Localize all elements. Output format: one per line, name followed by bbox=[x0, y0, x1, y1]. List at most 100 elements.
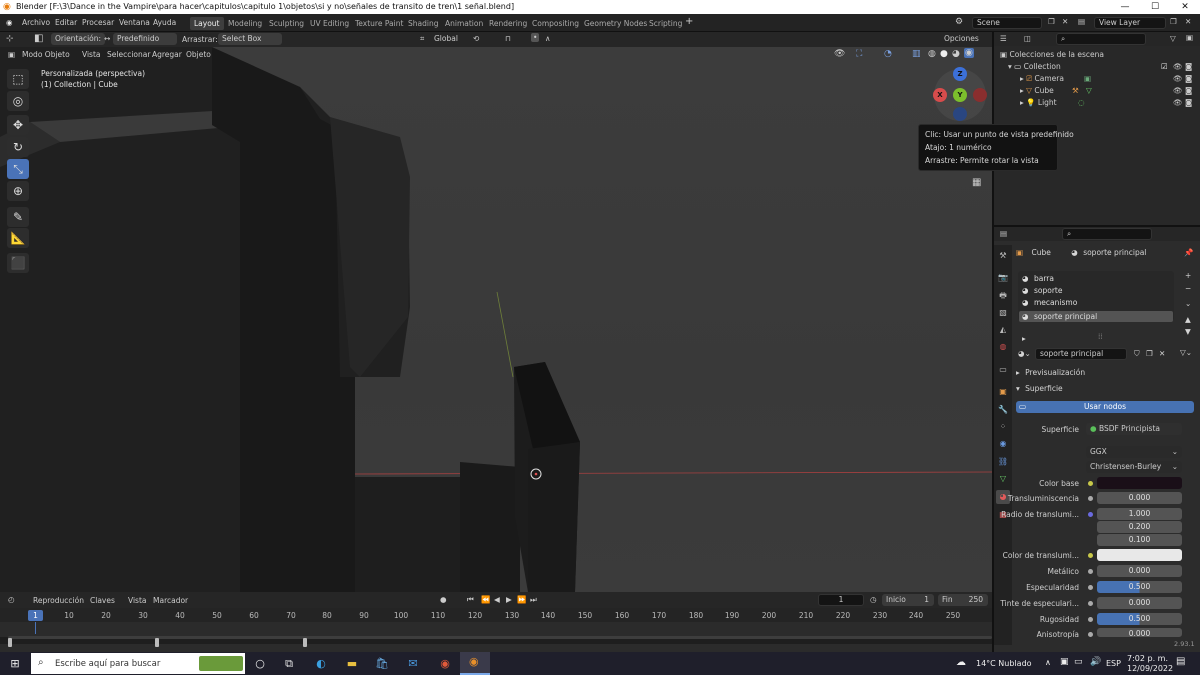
socket-dot[interactable] bbox=[1088, 601, 1093, 606]
perspective-grid-icon[interactable]: ▦ bbox=[972, 177, 981, 188]
options-dropdown[interactable]: Opciones bbox=[940, 33, 984, 45]
add-cube-tool[interactable]: ⬛ bbox=[7, 253, 29, 273]
camera-render-icon[interactable]: ◙ bbox=[1185, 73, 1192, 85]
socket-dot[interactable] bbox=[1088, 496, 1093, 501]
pivot-point-icon[interactable]: ⟲ bbox=[473, 34, 479, 43]
unlink-material-icon[interactable]: ✕ bbox=[1159, 349, 1165, 358]
task-view-icon[interactable]: ⧉ bbox=[280, 655, 298, 673]
jump-keyframe-back-icon[interactable]: ⏪ bbox=[481, 595, 490, 604]
cortana-icon[interactable]: ○ bbox=[251, 655, 269, 673]
visibility-icon[interactable]: 👁 bbox=[834, 49, 845, 59]
jump-start-icon[interactable]: ⏮ bbox=[467, 595, 474, 605]
marker-menu[interactable]: Marcador bbox=[153, 596, 188, 605]
clock-date[interactable]: 12/09/2022 bbox=[1127, 664, 1173, 673]
weather-text[interactable]: 14°C Nublado bbox=[976, 659, 1032, 668]
windows-start-icon[interactable]: ⊞ bbox=[6, 655, 24, 673]
distribution-dropdown[interactable]: GGX ⌄ bbox=[1086, 446, 1182, 458]
view-layer-tab-icon[interactable]: ▧ bbox=[996, 306, 1010, 320]
snap-icon[interactable]: ⊓ bbox=[505, 34, 511, 43]
xray-icon[interactable]: ▥ bbox=[912, 49, 921, 59]
expand-arrow-icon[interactable]: ▾ bbox=[1008, 62, 1012, 71]
view-layer-field[interactable]: View Layer bbox=[1094, 17, 1166, 29]
transform-orientation-icon[interactable]: ⌗ bbox=[420, 34, 424, 44]
current-frame-field[interactable]: 1 bbox=[818, 594, 864, 606]
playhead-frame[interactable]: 1 bbox=[28, 610, 43, 621]
output-tab-icon[interactable]: 🖶 bbox=[996, 289, 1010, 303]
end-frame-field[interactable]: Fin 250 bbox=[938, 594, 988, 606]
subsurface-radius-z[interactable]: 0.100 bbox=[1097, 534, 1182, 546]
anisotropic-value[interactable]: 0.000 bbox=[1097, 628, 1182, 638]
properties-search[interactable]: ⌕ bbox=[1062, 228, 1152, 240]
3d-viewport[interactable]: Personalizada (perspectiva) (1) Collecti… bbox=[0, 47, 992, 592]
particles-tab-icon[interactable]: ⁘ bbox=[996, 420, 1010, 434]
collection-checkbox[interactable]: ☑ bbox=[1161, 61, 1168, 73]
expand-arrow-icon[interactable]: ▸ bbox=[1020, 98, 1024, 107]
tab-compositing[interactable]: Compositing bbox=[528, 17, 583, 30]
scale-tool[interactable]: ⤡ bbox=[7, 159, 29, 179]
clock-time[interactable]: 7:02 p. m. bbox=[1127, 654, 1168, 663]
metallic-value[interactable]: 0.000 bbox=[1097, 565, 1182, 577]
collection-render-icon[interactable]: ◙ bbox=[1185, 61, 1192, 73]
edge-icon[interactable]: ◐ bbox=[312, 655, 330, 673]
gizmo-neg-z[interactable] bbox=[953, 107, 967, 121]
transform-tool[interactable]: ⊕ bbox=[7, 181, 29, 201]
scene-field[interactable]: Scene bbox=[972, 17, 1042, 29]
fake-user-icon[interactable]: ⛉ bbox=[1134, 349, 1140, 359]
tab-uv-editing[interactable]: UV Editing bbox=[306, 17, 353, 30]
close-button[interactable]: ✕ bbox=[1170, 0, 1200, 14]
network-icon[interactable]: ▭ bbox=[1074, 657, 1083, 667]
tool-tab-icon[interactable]: ⚒ bbox=[996, 249, 1010, 263]
resize-handle-icon[interactable]: ⁞⁞ bbox=[1098, 332, 1103, 341]
timeline-area[interactable]: 1 10 20 30 40 50 60 70 80 90 100 110 120… bbox=[0, 608, 992, 652]
filter-icon[interactable]: ▽ bbox=[1170, 34, 1176, 43]
material-name-field[interactable]: soporte principal bbox=[1035, 348, 1127, 360]
socket-dot[interactable] bbox=[1088, 569, 1093, 574]
solid-shading-icon[interactable]: ● bbox=[940, 49, 948, 59]
menu-seleccionar[interactable]: Seleccionar bbox=[107, 50, 150, 59]
add-workspace-icon[interactable]: + bbox=[685, 16, 693, 27]
menu-agregar[interactable]: Agregar bbox=[152, 50, 182, 59]
expand-arrow-icon[interactable]: ▸ bbox=[1020, 74, 1024, 83]
preview-range-icon[interactable]: ◷ bbox=[870, 595, 877, 604]
tab-rendering[interactable]: Rendering bbox=[485, 17, 531, 30]
cube-render-icon[interactable]: ◙ bbox=[1185, 85, 1192, 97]
material-slot[interactable]: ◕ soporte bbox=[1019, 285, 1173, 296]
annotate-tool[interactable]: ✎ bbox=[7, 207, 29, 227]
subsurface-method-dropdown[interactable]: Christensen-Burley ⌄ bbox=[1086, 461, 1182, 473]
timeline-view-menu[interactable]: Vista bbox=[128, 596, 147, 605]
slot-expand-icon[interactable]: ▸ bbox=[1022, 334, 1026, 343]
tab-sculpting[interactable]: Sculpting bbox=[265, 17, 308, 30]
range-start-handle[interactable] bbox=[155, 638, 159, 647]
expand-arrow-icon[interactable]: ▸ bbox=[1020, 86, 1024, 95]
socket-dot[interactable] bbox=[1088, 481, 1093, 486]
move-tool[interactable]: ✥ bbox=[7, 115, 29, 135]
scene-close-icon[interactable]: ✕ bbox=[1062, 17, 1068, 26]
tab-animation[interactable]: Animation bbox=[441, 17, 487, 30]
overlays-icon[interactable]: ◔ bbox=[884, 49, 892, 59]
surface-shader-dropdown[interactable]: ● BSDF Principista bbox=[1086, 423, 1182, 435]
chrome-icon[interactable]: ◉ bbox=[436, 655, 454, 673]
menu-ayuda[interactable]: Ayuda bbox=[153, 18, 176, 27]
base-color-swatch[interactable] bbox=[1097, 477, 1182, 489]
orientation-dropdown[interactable]: Predefinido bbox=[113, 33, 177, 45]
weather-icon[interactable]: ☁ bbox=[956, 657, 966, 668]
menu-vista[interactable]: Vista bbox=[82, 50, 101, 59]
duplicate-material-icon[interactable]: ❐ bbox=[1146, 349, 1153, 358]
select-box-tool[interactable]: ⬚ bbox=[7, 69, 29, 89]
language-indicator[interactable]: ESP bbox=[1106, 659, 1121, 668]
tray-expand-icon[interactable]: ∧ bbox=[1045, 658, 1051, 667]
view-layer-copy-icon[interactable]: ❐ bbox=[1170, 17, 1177, 26]
file-explorer-icon[interactable]: ▬ bbox=[343, 655, 361, 673]
rendered-shading-icon[interactable]: ◉ bbox=[964, 48, 974, 58]
transform-orientation-dropdown[interactable]: Global bbox=[430, 33, 466, 45]
physics-tab-icon[interactable]: ◉ bbox=[996, 437, 1010, 451]
tab-texture-paint[interactable]: Texture Paint bbox=[351, 17, 407, 30]
measure-tool[interactable]: 📐 bbox=[7, 228, 29, 248]
outliner-item-cube[interactable]: ▸ ▽ Cube ⚒ ▽ 👁 ◙ bbox=[994, 85, 1200, 97]
notifications-icon[interactable]: ▤ bbox=[1176, 656, 1185, 667]
minimize-button[interactable]: — bbox=[1110, 0, 1140, 14]
material-shading-icon[interactable]: ◕ bbox=[952, 49, 960, 59]
gizmo-z-axis[interactable]: Z bbox=[953, 67, 967, 81]
subsurface-value[interactable]: 0.000 bbox=[1097, 492, 1182, 504]
socket-dot[interactable] bbox=[1088, 632, 1093, 637]
